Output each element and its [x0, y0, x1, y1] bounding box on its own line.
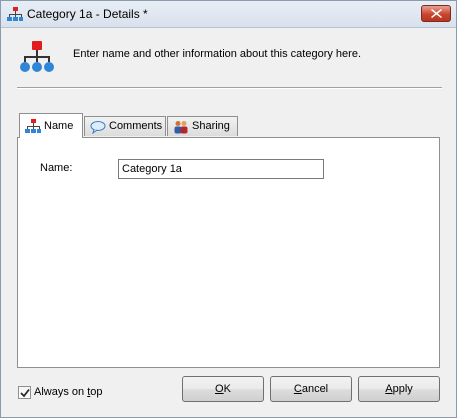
speech-bubble-icon: [90, 120, 106, 135]
button-accelerator: A: [385, 383, 393, 395]
button-accelerator: O: [215, 383, 224, 395]
name-label: Name:: [40, 162, 73, 174]
label-text: op: [90, 386, 103, 398]
header-separator: [17, 87, 442, 89]
ok-button[interactable]: OK: [182, 376, 264, 402]
dialog-header: Enter name and other information about t…: [1, 28, 456, 88]
button-label: pply: [392, 383, 413, 395]
tab-name[interactable]: Name: [19, 113, 83, 138]
button-label: K: [223, 383, 231, 395]
header-description: Enter name and other information about t…: [73, 48, 362, 60]
close-button[interactable]: [421, 5, 451, 22]
tab-label: Comments: [109, 120, 163, 132]
label-text: Always on: [34, 386, 88, 398]
apply-button[interactable]: Apply: [358, 376, 440, 402]
name-input[interactable]: [118, 159, 324, 179]
window-title: Category 1a - Details *: [27, 7, 148, 21]
category-hierarchy-icon: [25, 119, 41, 133]
details-dialog: Category 1a - Details * Enter name and o…: [0, 0, 457, 418]
tab-comments[interactable]: Comments: [84, 116, 166, 136]
category-hierarchy-icon: [7, 6, 23, 22]
button-accelerator: C: [293, 383, 302, 395]
always-on-top-checkbox-box[interactable]: [18, 386, 31, 399]
tab-label: Sharing: [192, 120, 230, 132]
button-label: ancel: [301, 383, 329, 395]
tab-label: Name: [44, 120, 74, 132]
category-hierarchy-icon: [19, 39, 55, 75]
tab-sharing[interactable]: Sharing: [167, 116, 238, 136]
always-on-top-label: Always on top: [34, 386, 103, 398]
title-bar[interactable]: Category 1a - Details *: [1, 1, 456, 28]
cancel-button[interactable]: Cancel: [270, 376, 352, 402]
checkmark-icon: [20, 388, 30, 398]
close-icon: [431, 9, 442, 18]
name-tab-panel: Name:: [17, 137, 440, 368]
people-icon: [173, 120, 189, 134]
